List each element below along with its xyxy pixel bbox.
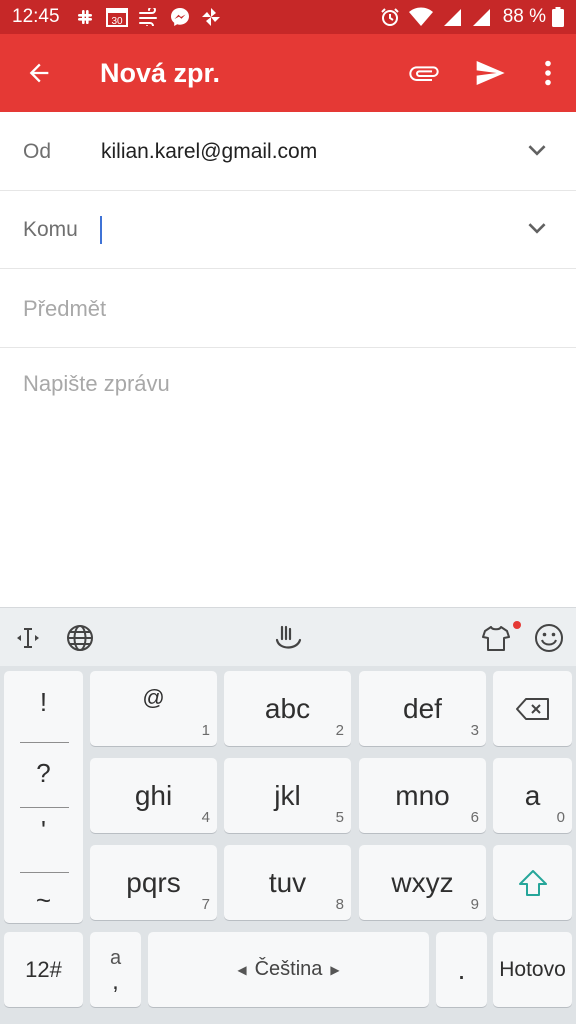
emoji-icon[interactable] [533,622,565,654]
comma-key[interactable]: a , [90,932,141,1007]
battery-icon [552,6,564,28]
space-key-label: Čeština [254,958,323,980]
comma-key-top: a [109,946,122,969]
key-7[interactable]: pqrs 7 [90,845,217,920]
key-number: 7 [201,896,210,913]
key-1[interactable]: @ 1 [90,671,217,746]
symbols-key[interactable]: 12# [4,932,83,1007]
status-time: 12:45 [12,6,60,27]
key-number: 2 [335,722,344,739]
key-label: a [524,779,541,811]
to-field[interactable]: Komu [0,191,576,269]
shift-icon [518,869,547,896]
key-9[interactable]: wxyz 9 [359,845,486,920]
key-label: abc [264,692,311,724]
key-0[interactable]: a 0 [493,758,572,833]
caret-right-icon: ▶ [330,962,340,977]
punct-key-question[interactable]: ? [4,742,83,805]
attach-icon [409,66,439,81]
notification-dot [513,621,521,629]
space-key[interactable]: ◀ Čeština ▶ [148,932,429,1007]
key-6[interactable]: mno 6 [359,758,486,833]
key-label: def [403,692,442,724]
to-label: Komu [23,217,78,241]
keyboard-toolbar [0,607,576,666]
wind-icon [138,6,160,28]
pinwheel-icon [200,6,222,28]
key-number: 1 [201,722,210,739]
message-body [0,349,576,607]
messenger-icon [169,6,191,28]
alarm-icon [379,6,401,28]
key-label: ghi [134,779,173,811]
period-key[interactable]: . [436,932,487,1007]
backspace-icon [515,697,549,720]
punct-key-tilde[interactable]: ~ [4,869,83,932]
wifi-icon [408,6,434,28]
slack-icon [74,6,96,28]
punctuation-column[interactable]: ! ? ' ~ [4,671,83,923]
globe-icon[interactable] [64,622,96,654]
shift-key[interactable] [493,845,572,920]
attach-button[interactable] [396,45,452,101]
key-number: 0 [556,809,565,826]
signal-icon [441,6,463,28]
key-label: jkl [274,779,301,811]
key-number: 3 [470,722,479,739]
key-label: mno [395,779,450,811]
key-5[interactable]: jkl 5 [224,758,351,833]
status-bar: 12:45 30 88 % [0,0,576,34]
backspace-key[interactable] [493,671,572,746]
signal-icon-2 [470,6,492,28]
key-label: pqrs [126,866,181,898]
battery-percent: 88 % [502,6,546,27]
back-button[interactable] [14,48,64,98]
send-button[interactable] [462,45,518,101]
more-vert-icon [545,60,551,86]
key-4[interactable]: ghi 4 [90,758,217,833]
punct-key-exclamation[interactable]: ! [4,671,83,734]
chevron-down-icon[interactable] [524,215,550,241]
key-label: tuv [268,866,307,898]
message-body-input[interactable] [23,371,563,571]
gesture-icon[interactable] [272,622,304,654]
key-label: @ [142,684,165,710]
done-key[interactable]: Hotovo [493,932,572,1007]
punct-key-apostrophe[interactable]: ' [4,799,83,862]
from-label: Od [23,139,52,163]
keyboard: ! ? ' ~ @ 1 abc 2 def 3 ghi 4 jkl 5 mno … [0,666,576,1024]
app-bar: Nová zpr. [0,34,576,112]
from-field[interactable]: Od kilian.karel@gmail.com [0,113,576,191]
key-label: wxyz [391,866,454,898]
calendar-icon: 30 [105,6,129,28]
key-number: 6 [470,809,479,826]
calendar-day: 30 [111,16,123,27]
key-number: 5 [335,809,344,826]
more-options-button[interactable] [528,45,568,101]
page-title: Nová zpr. [100,57,221,88]
text-caret [100,215,102,244]
cursor-icon[interactable] [12,622,44,654]
from-value: kilian.karel@gmail.com [101,139,318,163]
key-8[interactable]: tuv 8 [224,845,351,920]
chevron-down-icon[interactable] [524,137,550,163]
arrow-back-icon [29,63,49,83]
key-number: 9 [470,896,479,913]
comma-key-bottom: , [112,967,119,995]
theme-shirt-icon[interactable] [480,622,512,654]
send-icon [476,61,505,85]
caret-left-icon: ◀ [237,962,247,977]
key-2[interactable]: abc 2 [224,671,351,746]
key-number: 8 [335,896,344,913]
key-number: 4 [201,809,210,826]
subject-field [0,270,576,348]
subject-input[interactable] [23,295,523,322]
key-3[interactable]: def 3 [359,671,486,746]
